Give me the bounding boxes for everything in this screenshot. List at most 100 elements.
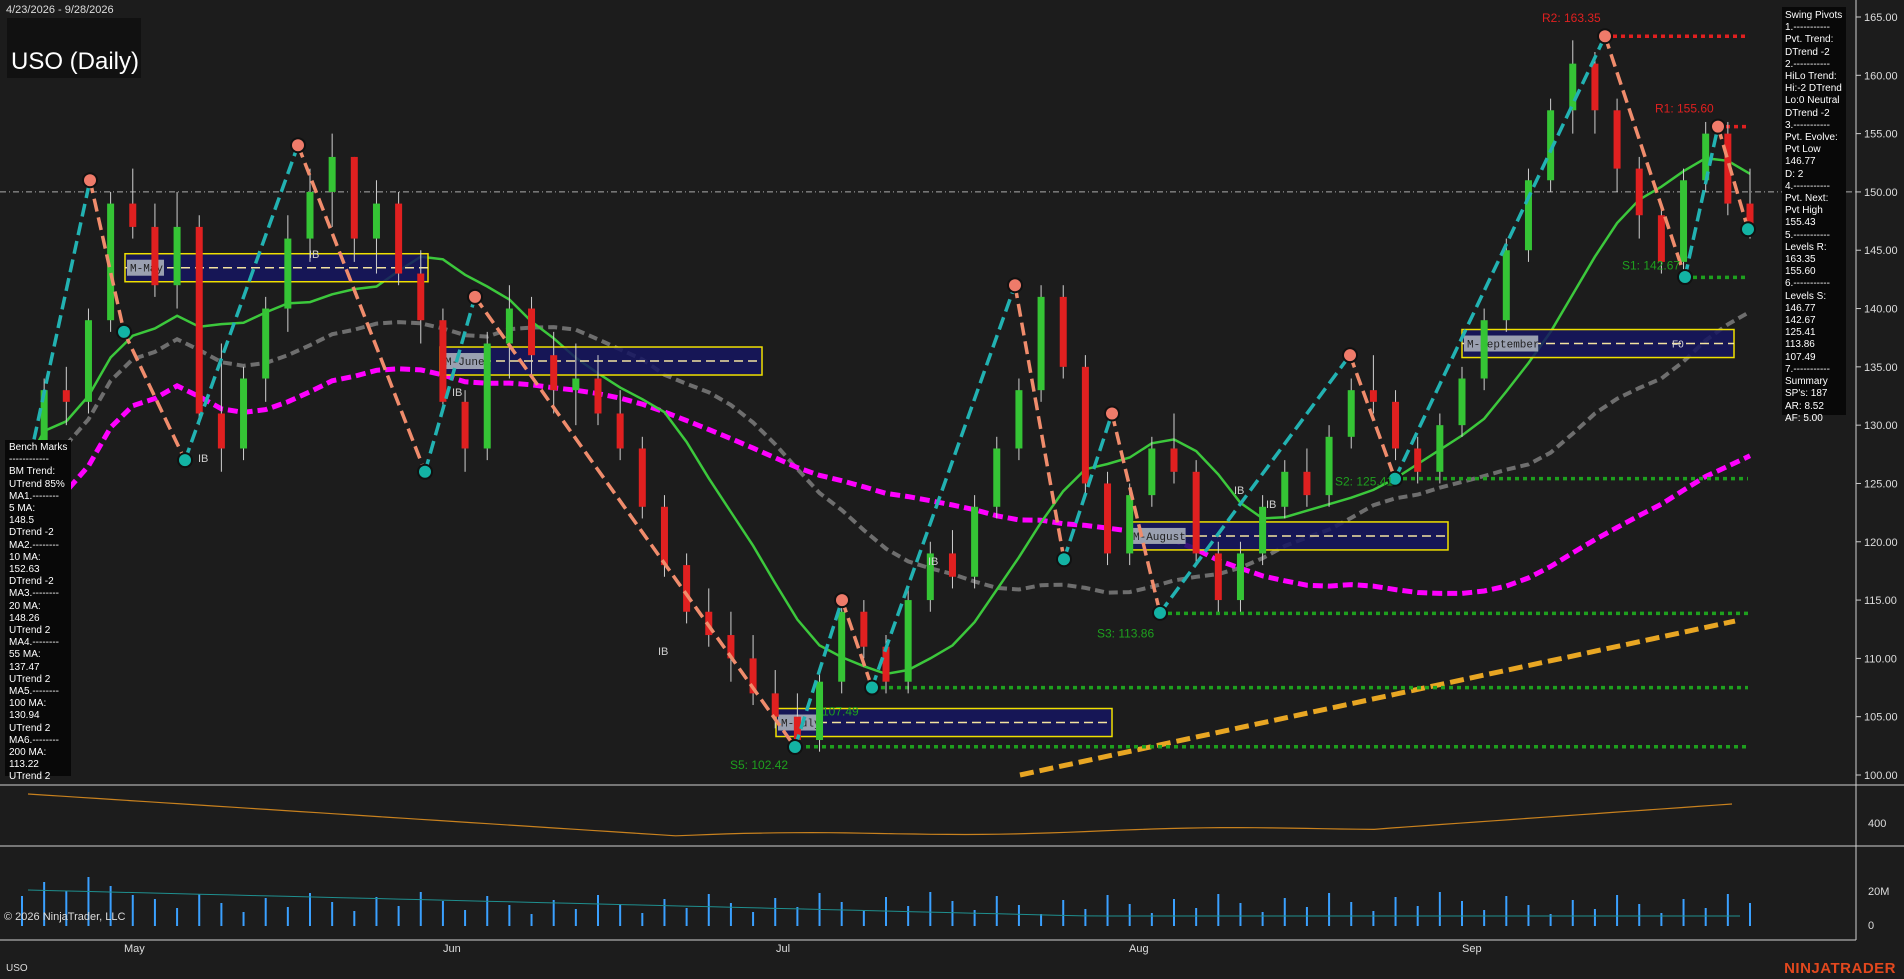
swing-pivots-line: Pvt Low [1785, 144, 1821, 156]
swing-pivots-line: AR: 8.52 [1785, 400, 1824, 412]
candle-body [771, 693, 779, 717]
bench-marks-line: UTrend 2 [9, 625, 51, 637]
candle-body [240, 378, 248, 449]
y-tick-label: 100.00 [1864, 770, 1898, 782]
swing-down-line [1348, 354, 1397, 480]
candle-body [948, 553, 956, 577]
candle-body [1458, 378, 1466, 426]
ma-20-line [20, 156, 1751, 676]
bench-marks-line: 113.22 [9, 759, 39, 771]
swing-pivots-line: 1.----------- [1785, 22, 1830, 34]
swing-pivots-line: DTrend -2 [1785, 46, 1830, 58]
bench-marks-line: BM Trend: [9, 466, 56, 478]
price-chart[interactable]: 100.00 105.00 110.00 115.00 120.00 125.00 130.… [0, 0, 1904, 979]
candle-body [1436, 425, 1444, 472]
bench-marks-line: MA6.-------- [9, 734, 59, 746]
candle-body [1414, 448, 1422, 472]
swing-pivots-panel: Swing Pivots 1.----------- Pvt. Trend: DTre… [1782, 7, 1846, 424]
y-tick-label: 135.00 [1864, 362, 1898, 374]
pivot-level-label: 107.49 [822, 705, 859, 719]
candle-body [1524, 180, 1532, 251]
swing-pivots-line: Pvt High [1785, 205, 1823, 217]
y-tick-label: 105.00 [1864, 712, 1898, 724]
swing-pivots-line: D: 2 [1785, 168, 1804, 180]
candle-body [860, 611, 868, 647]
candle-body [306, 191, 314, 239]
pivot-levels [790, 34, 1748, 749]
candle-body [1569, 63, 1577, 111]
candle-body [284, 238, 292, 309]
ma-200-line [1019, 618, 1736, 778]
y-tick-label: 120.00 [1864, 537, 1898, 549]
y-tick-label: 115.00 [1864, 595, 1897, 607]
bench-marks-line: UTrend 2 [9, 673, 51, 685]
ib-label: IB [1266, 499, 1276, 511]
candle-body [638, 448, 646, 507]
symbol-label: USO [6, 963, 28, 974]
y-tick-label: 155.00 [1864, 129, 1898, 141]
swing-pivots-line: Swing Pivots [1785, 10, 1843, 21]
y-tick-label: 145.00 [1864, 245, 1898, 257]
swing-high-marker [1342, 347, 1358, 364]
candle-body [1236, 553, 1244, 601]
candle-body [1192, 471, 1200, 554]
month-label: May [124, 943, 145, 955]
pivot-markers [82, 28, 1756, 756]
swing-pivots-line: 3.----------- [1785, 119, 1830, 131]
swing-pivots-line: 6.----------- [1785, 278, 1830, 290]
monthly-boxes: M-MayM-JuneM-JulyM-AugustM-SeptemberF0 [124, 252, 1735, 738]
candle-body [1148, 448, 1156, 496]
candle-body [1259, 506, 1267, 554]
swing-high-marker [1007, 277, 1023, 294]
ib-label: IB [928, 556, 938, 568]
swing-pivots-line: 107.49 [1785, 351, 1816, 363]
swing-pivots-line: 155.43 [1785, 217, 1816, 229]
swing-pivots-line: HiLo Trend: [1785, 71, 1837, 83]
candle-body [439, 320, 447, 402]
swing-pivots-line: Pvt. Next: [1785, 193, 1829, 205]
swing-pivots-line: Levels R: [1785, 241, 1827, 253]
ma-100-line [19, 366, 1752, 596]
swing-pivots-line: Lo:0 Neutral [1785, 95, 1840, 107]
bench-marks-line: 5 MA: [9, 503, 36, 515]
candle-body [395, 203, 403, 274]
candle-body [1081, 366, 1089, 484]
candle-body [1037, 296, 1045, 391]
candle-body [62, 390, 70, 402]
month-label: Jul [776, 943, 791, 955]
swing-low-marker [864, 679, 880, 696]
swing-pivots-line: 5.----------- [1785, 229, 1830, 241]
monthly-box-label: M-September [1467, 340, 1540, 352]
swing-pivots-line: 155.60 [1785, 266, 1816, 278]
bench-marks-line: MA4.-------- [9, 637, 59, 649]
month-label: Jun [443, 943, 461, 955]
pivot-level-label: S2: 125.41 [1335, 475, 1393, 489]
bench-marks-line: 152.63 [9, 564, 40, 576]
swing-high-marker [290, 137, 306, 154]
ib-label: IB [309, 249, 319, 261]
swing-pivots-line: Summary [1785, 376, 1828, 388]
swing-lines [20, 35, 1750, 749]
candle-body [372, 203, 380, 239]
swing-pivots-line: 7.----------- [1785, 363, 1830, 375]
swing-pivots-line: Pvt. Evolve: [1785, 132, 1838, 144]
bench-marks-line: 20 MA: [9, 600, 41, 612]
candle-body [1480, 320, 1488, 379]
bench-marks-line: MA2.-------- [9, 539, 59, 551]
bench-marks-line: MA5.-------- [9, 686, 59, 698]
candle-body [483, 343, 491, 449]
swing-pivots-line: 146.77 [1785, 156, 1816, 168]
subpanel2-tick: 20M [1868, 886, 1889, 898]
swing-pivots-line: SP's: 187 [1785, 388, 1828, 400]
candle-body [572, 378, 580, 391]
candle-body [1635, 168, 1643, 216]
pivot-level-label: R1: 155.60 [1655, 102, 1714, 116]
candle-body [1126, 495, 1134, 554]
candle-body [616, 413, 624, 449]
pivot-level-label: S5: 102.42 [730, 758, 788, 772]
candle-body [84, 320, 92, 402]
bench-marks-line: DTrend -2 [9, 576, 54, 588]
bench-marks-panel: Bench Marks ------------ BM Trend: UTrend 8… [5, 440, 71, 782]
candle-body [594, 378, 602, 414]
swing-high-marker [1710, 118, 1726, 135]
